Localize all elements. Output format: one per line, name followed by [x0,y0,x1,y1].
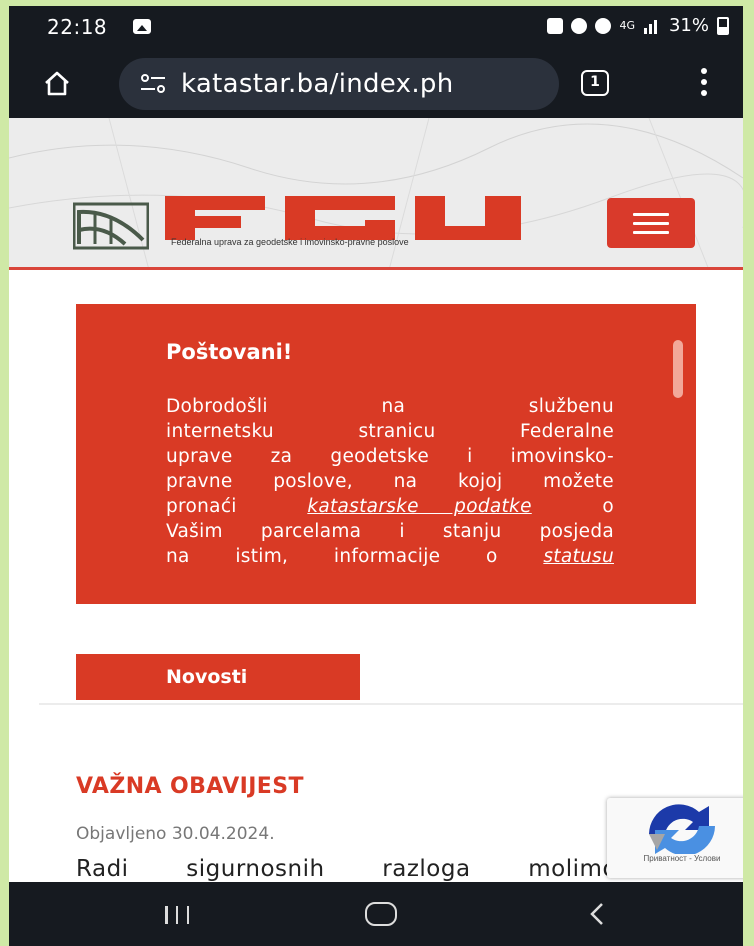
battery-percent: 31% [668,15,709,36]
browser-toolbar: katastar.ba/index.ph 1 [9,48,743,118]
recaptcha-privacy-terms[interactable]: Приватност - Услови [607,854,743,863]
site-tagline: Federalna uprava za geodetske i imovinsk… [171,237,409,247]
signal-icon [643,19,657,34]
alarm-icon [547,17,564,34]
welcome-line: Dobrodošli na službenu [166,396,614,417]
welcome-line: uprave za geodetske i imovinsko- [166,446,614,467]
welcome-line: Vašim parcelama i stanju posjeda [166,521,614,542]
hamburger-line [633,230,669,234]
welcome-line: pronaći katastarske podatke o [166,496,614,517]
fgu-logo-mark [73,202,149,250]
welcome-box: Poštovani! Dobrodošli na službenu intern… [76,304,696,604]
system-nav-bar [9,882,743,946]
status-icons: 4G 31% [547,15,729,36]
site-header: Federalna uprava za geodetske i imovinsk… [9,118,743,270]
battery-icon [717,16,729,35]
statusu-link[interactable]: statusu [543,546,614,567]
phone-screen: 22:18 4G 31% katastar.ba/index.ph 1 Fede… [9,6,743,946]
katastarske-podatke-link[interactable]: katastarske podatke [307,496,531,517]
network-type: 4G [619,19,635,32]
recent-apps-icon[interactable] [165,906,189,924]
welcome-heading: Poštovani! [166,340,293,364]
site-settings-icon[interactable] [139,73,167,95]
news-date: Objavljeno 30.04.2024. [76,824,275,844]
hamburger-line [633,221,669,225]
fgu-logo-wordmark [165,196,521,240]
tabs-icon[interactable]: 1 [581,70,609,96]
url-text: katastar.ba/index.ph [181,69,454,99]
home-button-icon[interactable] [365,902,397,926]
more-menu-icon[interactable] [701,68,709,98]
welcome-scrollbar[interactable] [673,340,683,398]
hotspot-icon [595,17,612,34]
status-bar: 22:18 4G 31% [9,6,743,48]
recaptcha-icon [649,804,715,854]
news-title[interactable]: VAŽNA OBAVIJEST [76,774,304,799]
home-icon[interactable] [43,70,71,96]
hamburger-menu-button[interactable] [607,198,695,248]
welcome-line: internetsku stranicu Federalne [166,421,615,442]
back-icon[interactable] [587,902,607,926]
section-divider [39,703,743,705]
welcome-line: pravne poslove, na kojoj možete [166,471,614,492]
image-icon [133,19,151,34]
welcome-text: Dobrodošli na službenu internetsku stran… [166,394,614,569]
status-time: 22:18 [47,15,108,39]
recaptcha-badge[interactable]: Приватност - Услови [607,798,743,878]
hamburger-line [633,212,669,216]
url-bar[interactable]: katastar.ba/index.ph [119,58,559,110]
welcome-line: na istim, informacije o statusu [166,546,614,567]
wifi-calling-icon [571,17,588,34]
tab-novosti[interactable]: Novosti [76,654,360,700]
